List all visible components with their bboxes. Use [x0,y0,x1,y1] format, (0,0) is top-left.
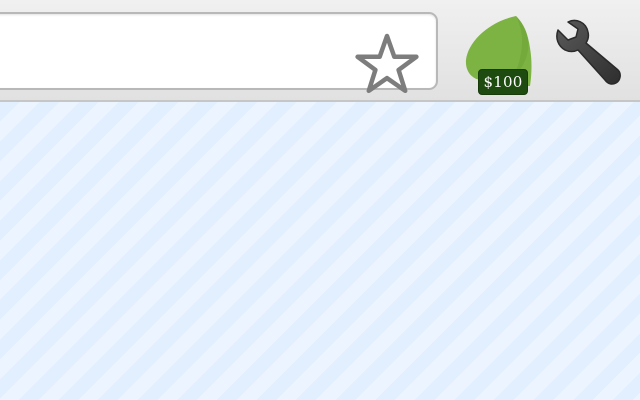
address-bar[interactable] [0,12,438,94]
bookmark-star-icon[interactable] [352,30,422,100]
page-content [0,102,640,400]
address-input[interactable] [4,22,338,82]
extension-badge: $100 [478,69,528,95]
extension-button[interactable]: $100 [458,12,540,98]
wrench-icon[interactable] [556,16,628,88]
browser-toolbar: $100 [0,0,640,102]
